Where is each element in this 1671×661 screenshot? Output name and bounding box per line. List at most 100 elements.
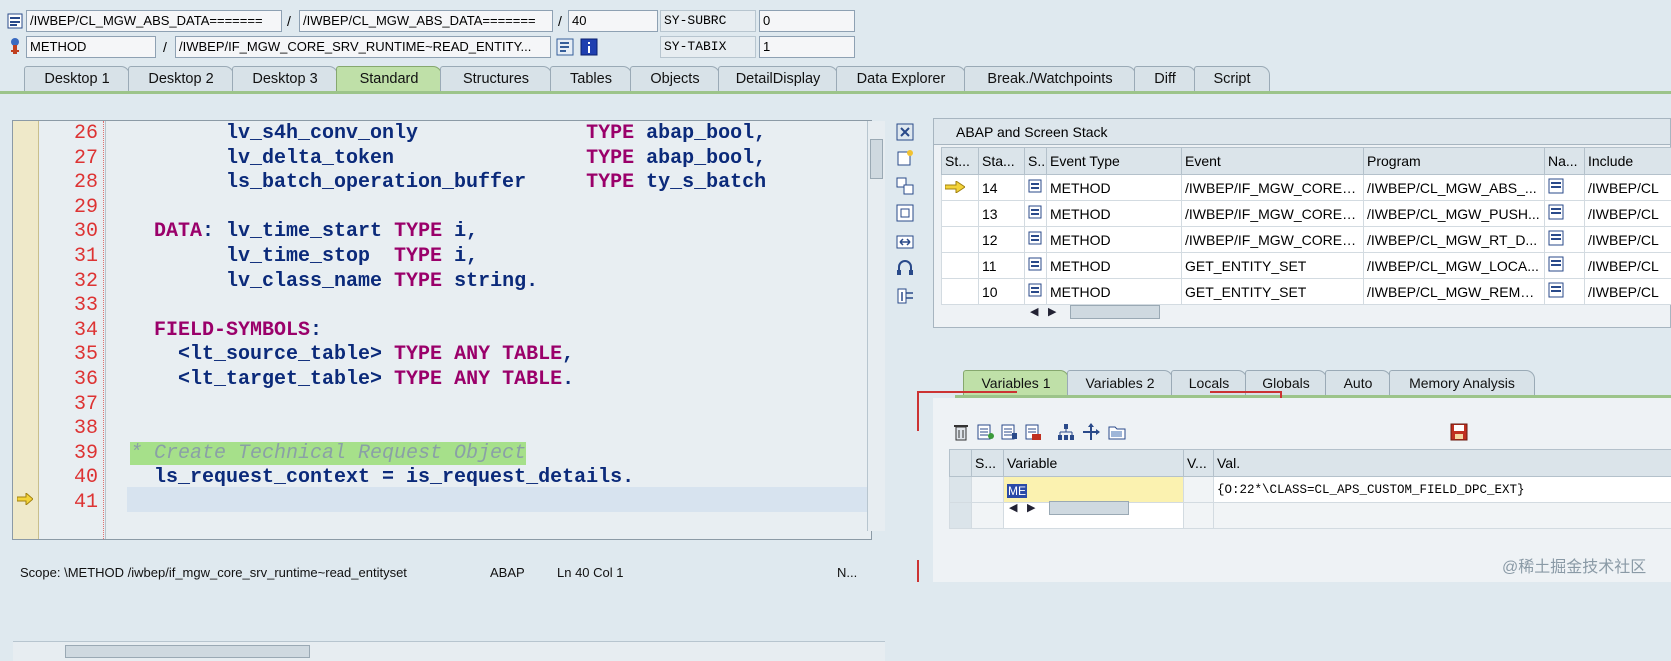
debugger-settings-icon[interactable]	[895, 286, 915, 306]
code-line[interactable]: DATA: lv_time_start TYPE i,	[130, 220, 478, 244]
row-selector[interactable]	[950, 503, 972, 529]
close-icon[interactable]	[895, 122, 915, 142]
column-header[interactable]: S...	[972, 450, 1004, 477]
tab-auto[interactable]: Auto	[1325, 370, 1391, 396]
hierarchy-icon[interactable]	[1056, 422, 1076, 442]
details-icon[interactable]	[999, 422, 1019, 442]
scroll-right-icon[interactable]: ▶	[1048, 305, 1056, 318]
event-type-icon-cell	[1025, 201, 1047, 227]
navigate-cell[interactable]	[1545, 175, 1585, 201]
line-number: 27	[38, 147, 98, 171]
column-header[interactable]: Val.	[1214, 450, 1671, 477]
table-row[interactable]: 11METHODGET_ENTITY_SET/IWBEP/CL_MGW_LOCA…	[942, 253, 1671, 279]
export-icon[interactable]	[1023, 422, 1043, 442]
scroll-thumb[interactable]	[1070, 305, 1160, 319]
insert-row-icon[interactable]	[975, 422, 995, 442]
navigate-icon[interactable]	[1548, 207, 1564, 223]
info-icon[interactable]	[579, 37, 599, 57]
code-line[interactable]: lv_delta_token TYPE abap_bool,	[130, 147, 766, 171]
navigate-cell[interactable]	[1545, 227, 1585, 253]
tab-script[interactable]: Script	[1194, 66, 1270, 92]
current-line-arrow-icon	[15, 489, 35, 509]
column-header[interactable]: S..	[1025, 148, 1047, 175]
table-row[interactable]: 10METHODGET_ENTITY_SET/IWBEP/CL_MGW_REMO…	[942, 279, 1671, 305]
column-header[interactable]: Event	[1182, 148, 1364, 175]
include-field[interactable]: /IWBEP/CL_MGW_ABS_DATA=======	[299, 10, 553, 32]
stack-horizontal-scrollbar[interactable]: ◀ ▶	[1030, 304, 1190, 322]
line-number-field[interactable]: 40	[568, 10, 658, 32]
navigate-cell[interactable]	[1545, 279, 1585, 305]
navigate-cell[interactable]	[1545, 253, 1585, 279]
scroll-thumb[interactable]	[870, 139, 883, 179]
tab-breakpoints[interactable]: Break./Watchpoints	[964, 66, 1136, 92]
scroll-thumb[interactable]	[1049, 501, 1129, 515]
column-header[interactable]: V...	[1184, 450, 1214, 477]
swap-tool-icon[interactable]	[895, 232, 915, 252]
table-row[interactable]: 13METHOD/IWBEP/IF_MGW_CORE_.../IWBEP/CL_…	[942, 201, 1671, 227]
column-header[interactable]: Event Type	[1047, 148, 1182, 175]
tab-memory-analysis[interactable]: Memory Analysis	[1389, 370, 1535, 396]
navigate-source-icon[interactable]	[555, 37, 575, 57]
save-icon[interactable]	[1449, 422, 1469, 442]
navigate-icon[interactable]	[1548, 259, 1564, 275]
new-tool-icon[interactable]	[895, 148, 915, 168]
tab-structures[interactable]: Structures	[440, 66, 552, 92]
move-icon[interactable]	[1081, 422, 1101, 442]
delete-icon[interactable]	[951, 422, 971, 442]
tab-objects[interactable]: Objects	[630, 66, 720, 92]
column-header[interactable]: Program	[1364, 148, 1545, 175]
row-selector[interactable]	[950, 477, 972, 503]
full-screen-icon[interactable]	[895, 203, 915, 223]
tab-detail-display[interactable]: DetailDisplay	[718, 66, 838, 92]
replace-tool-icon[interactable]	[895, 176, 915, 196]
services-tool-icon[interactable]	[895, 258, 915, 278]
tab-standard[interactable]: Standard	[336, 66, 442, 92]
column-header[interactable]: Na...	[1545, 148, 1585, 175]
breakpoint-gutter[interactable]	[13, 121, 39, 539]
folder-icon[interactable]	[1107, 422, 1127, 442]
tab-data-explorer[interactable]: Data Explorer	[836, 66, 966, 92]
line-number: 41	[38, 491, 98, 515]
variable-name[interactable]: ME	[1007, 484, 1027, 498]
table-row[interactable]: 14METHOD/IWBEP/IF_MGW_CORE_.../IWBEP/CL_…	[942, 175, 1671, 201]
method-icon	[1028, 206, 1042, 222]
tab-desktop-3[interactable]: Desktop 3	[232, 66, 338, 92]
event-type-field[interactable]: METHOD	[26, 36, 156, 58]
separator: /	[287, 10, 291, 32]
code-line[interactable]: <lt_target_table> TYPE ANY TABLE.	[130, 368, 574, 392]
column-header[interactable]: Sta...	[979, 148, 1025, 175]
tab-tables[interactable]: Tables	[550, 66, 632, 92]
tab-desktop-1[interactable]: Desktop 1	[24, 66, 130, 92]
tab-desktop-2[interactable]: Desktop 2	[128, 66, 234, 92]
code-line[interactable]: ls_batch_operation_buffer TYPE ty_s_batc…	[130, 171, 766, 195]
editor-vertical-scrollbar[interactable]	[867, 121, 885, 531]
column-header[interactable]: St...	[942, 148, 979, 175]
scroll-thumb[interactable]	[65, 645, 310, 658]
navigate-cell[interactable]	[1545, 201, 1585, 227]
variable-cell[interactable]: ME	[1004, 477, 1184, 503]
code-line[interactable]: ls_request_context = is_request_details.	[130, 466, 634, 490]
code-line[interactable]: <lt_source_table> TYPE ANY TABLE,	[130, 343, 574, 367]
tab-variables-2[interactable]: Variables 2	[1067, 370, 1173, 396]
table-row[interactable]: ME {O:22*\CLASS=CL_APS_CUSTOM_FIELD_DPC_…	[950, 477, 1671, 503]
scroll-left-icon[interactable]: ◀	[1009, 501, 1017, 514]
code-line[interactable]: FIELD-SYMBOLS:	[130, 319, 322, 343]
column-header[interactable]: Include	[1585, 148, 1671, 175]
code-line[interactable]: * Create Technical Request Object	[130, 442, 526, 466]
column-header[interactable]: Variable	[1004, 450, 1184, 477]
editor-horizontal-scrollbar[interactable]	[13, 641, 885, 661]
navigate-icon[interactable]	[1548, 285, 1564, 301]
tab-diff[interactable]: Diff	[1134, 66, 1196, 92]
variables-horizontal-scrollbar[interactable]: ◀ ▶	[1009, 500, 1179, 518]
event-field[interactable]: /IWBEP/IF_MGW_CORE_SRV_RUNTIME~READ_ENTI…	[175, 36, 551, 58]
navigate-icon[interactable]	[1548, 233, 1564, 249]
code-line[interactable]: lv_s4h_conv_only TYPE abap_bool,	[130, 122, 766, 146]
code-line[interactable]: lv_time_stop TYPE i,	[130, 245, 478, 269]
scroll-left-icon[interactable]: ◀	[1030, 305, 1038, 318]
navigate-icon[interactable]	[1548, 181, 1564, 197]
scroll-right-icon[interactable]: ▶	[1027, 501, 1035, 514]
code-line[interactable]: lv_class_name TYPE string.	[130, 270, 538, 294]
status-cell	[972, 477, 1004, 503]
table-row[interactable]: 12METHOD/IWBEP/IF_MGW_CORE_.../IWBEP/CL_…	[942, 227, 1671, 253]
program-field[interactable]: /IWBEP/CL_MGW_ABS_DATA=======	[26, 10, 282, 32]
